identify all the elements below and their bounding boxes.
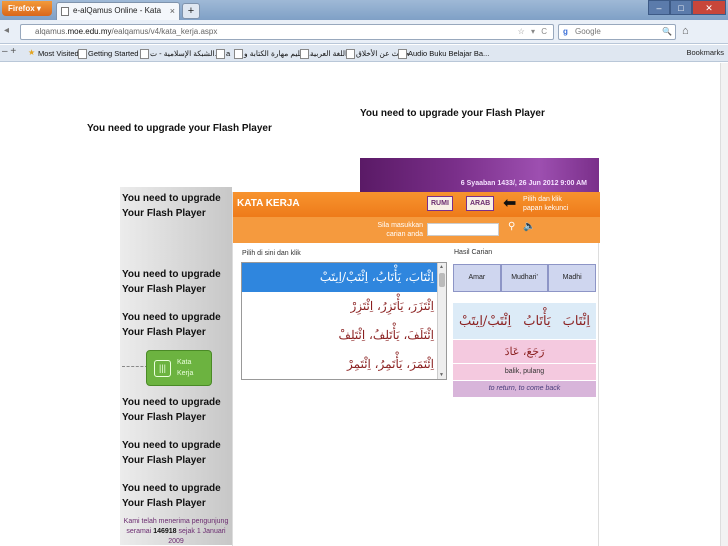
flash-upgrade-message: You need to upgrade Your Flash Player (122, 312, 221, 338)
url-domain: moe.edu.my (67, 27, 112, 36)
keyboard-hint: Pilih dan klik papan kekunci (523, 196, 569, 212)
new-tab-button[interactable]: + (182, 3, 200, 19)
back-icon[interactable]: ◂ (4, 25, 9, 36)
bookmark-item[interactable]: Getting Started (78, 48, 138, 59)
kata-kerja-label: Kata Kerja (177, 359, 194, 377)
header-banner: 6 Syaaban 1433/, 26 Jun 2012 9:00 AM (360, 158, 599, 192)
url-prefix: alqamus. (35, 27, 68, 36)
list-scrollbar[interactable]: ▲ ▼ (437, 263, 446, 379)
scroll-up-icon[interactable]: ▲ (439, 264, 444, 270)
search-placeholder: Google (575, 27, 601, 36)
page-content: You need to upgrade your Flash Player Yo… (0, 63, 728, 546)
result-label: Hasil Carian (454, 249, 493, 256)
home-icon[interactable]: ⌂ (682, 25, 689, 37)
search-input[interactable]: g Google 🔍 (558, 24, 676, 40)
result-synonym: رَجَعَ، عَادَ (453, 340, 596, 363)
page-favicon-icon (61, 7, 69, 16)
word-list[interactable]: اِئْتَابَ، يَأْتَابُ، اِئْتَبْ/اِيتَبْ ا… (241, 262, 447, 380)
column-madhi: Madhi (548, 264, 597, 292)
close-window-button[interactable]: ✕ (692, 0, 726, 15)
search-icon[interactable]: 🔍 (662, 25, 672, 39)
audio-icon[interactable]: 🔈 (523, 221, 535, 232)
scroll-down-icon[interactable]: ▼ (439, 372, 444, 378)
navigation-toolbar: ◂ alqamus.moe.edu.my/ealqamus/v4/kata_ke… (0, 20, 728, 44)
flash-upgrade-message: You need to upgrade your Flash Player (360, 108, 545, 119)
bookmark-item[interactable]: a (216, 48, 230, 59)
result-columns: Amar Mudhari' Madhi (453, 264, 597, 292)
window-controls: – □ ✕ (648, 0, 726, 15)
google-icon: g (563, 27, 568, 36)
flash-upgrade-message: You need to upgrade your Flash Player (87, 123, 272, 134)
bookmarks-menu-button[interactable]: Bookmarks (686, 48, 724, 57)
list-item[interactable]: اِئْتَابَ، يَأْتَابُ، اِئْتَبْ/اِيتَبْ (242, 263, 438, 292)
page-title: KATA KERJA (237, 198, 300, 209)
url-bar[interactable]: alqamus.moe.edu.my/ealqamus/v4/kata_kerj… (20, 24, 554, 40)
firefox-menu-button[interactable]: Firefox ▾ (2, 1, 52, 16)
tab-close-icon[interactable]: × (170, 3, 175, 19)
dictionary-app: KATA KERJA RUMI ARAB ⬅ Pilih dan klik pap… (232, 192, 600, 546)
column-amar: Amar (453, 264, 501, 292)
result-mudhari: يَأْتَابُ (523, 313, 551, 329)
tab-active[interactable]: e-alQamus Online - Kata Kerja × (56, 2, 180, 31)
url-path: /ealqamus/v4/kata_kerja.aspx (111, 27, 218, 36)
result-malay-meaning: balik, pulang (453, 364, 596, 380)
search-icon[interactable]: ⚲ (508, 221, 515, 232)
kata-kerja-menu-button[interactable]: ||| Kata Kerja (146, 350, 212, 386)
visitor-counter: Kami telah menerima pengunjung seramai 1… (123, 518, 229, 545)
minimize-button[interactable]: – (648, 0, 670, 15)
arrow-left-icon: ⬅ (503, 195, 517, 212)
bookmark-tools[interactable]: – + (2, 46, 16, 57)
rumi-keyboard-button[interactable]: RUMI (427, 196, 453, 211)
result-english-meaning: to return, to come back (453, 381, 596, 397)
flash-upgrade-message: You need to upgrade Your Flash Player (122, 269, 221, 295)
flash-upgrade-message: You need to upgrade Your Flash Player (122, 483, 221, 509)
book-icon: ||| (154, 360, 171, 377)
bookmark-item[interactable]: اللغة العربية (300, 48, 347, 59)
list-item[interactable]: اِئْتَلَفَ، يَأْتَلِفُ، اِئْتَلِفْ (242, 321, 438, 350)
search-row: Sila masukkan carian anda ⚲ 🔈 (233, 217, 600, 243)
result-madhi: اِئْتَابَ (562, 313, 590, 329)
flash-upgrade-message: You need to upgrade Your Flash Player (122, 440, 221, 466)
column-mudhari: Mudhari' (500, 264, 549, 292)
left-menu-panel: You need to upgrade Your Flash Player You… (120, 187, 232, 545)
flash-upgrade-message: You need to upgrade Your Flash Player (122, 397, 221, 423)
banner-date: 6 Syaaban 1433/, 26 Jun 2012 9:00 AM (460, 180, 587, 187)
scroll-thumb[interactable] (439, 273, 445, 287)
bookmarks-toolbar: – + Most Visited Getting Started الشبكة … (0, 45, 728, 62)
bookmark-item[interactable]: Most Visited (28, 47, 79, 59)
result-amar: اِئْتَبْ/اِيتَبْ (459, 313, 512, 329)
arab-keyboard-button[interactable]: ARAB (466, 196, 495, 211)
flash-upgrade-message: You need to upgrade Your Flash Player (122, 193, 221, 219)
bookmark-item[interactable]: الشبكة الإسلامية - ت... (140, 48, 221, 59)
word-search-input[interactable] (427, 223, 499, 236)
result-verb-forms: اِئْتَابَ يَأْتَابُ اِئْتَبْ/اِيتَبْ (453, 303, 596, 339)
connector-line (122, 366, 148, 368)
bookmark-item[interactable]: Audio Buku Belajar Ba... (398, 48, 489, 59)
maximize-button[interactable]: □ (670, 0, 692, 15)
search-prompt: Sila masukkan carian anda (377, 222, 423, 238)
url-bar-icons[interactable]: ☆ ▾ C (518, 25, 549, 39)
list-item[interactable]: اِئْتَزَرَ، يَأْتَزِرُ، اِئْتَزِرْ (242, 292, 438, 321)
title-bar: Firefox ▾ e-alQamus Online - Kata Kerja … (0, 0, 728, 31)
app-header: KATA KERJA RUMI ARAB ⬅ Pilih dan klik pap… (233, 192, 600, 217)
word-list-label: Pilih di sini dan klik (242, 250, 301, 257)
page-scrollbar[interactable] (720, 63, 728, 546)
list-item[interactable]: اِئْتَمَرَ، يَأْتَمِرُ، اِئْتَمِرْ (242, 350, 438, 379)
